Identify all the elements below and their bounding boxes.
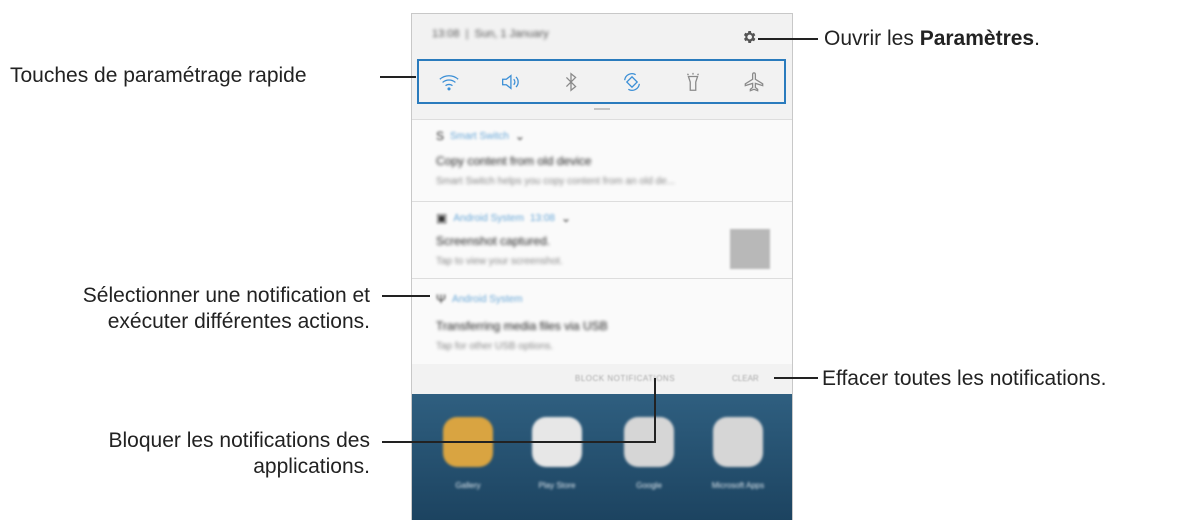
- notification-text: Tap for other USB options.: [436, 341, 554, 352]
- app-gallery[interactable]: Gallery: [440, 417, 496, 490]
- chevron-down-icon[interactable]: ⌄: [561, 211, 571, 225]
- app-microsoft[interactable]: Microsoft Apps: [710, 417, 766, 490]
- app-label: Microsoft Apps: [711, 481, 765, 490]
- app-label: Gallery: [455, 481, 481, 490]
- callout-settings-prefix: Ouvrir les: [824, 27, 920, 50]
- callout-block-line2: applications.: [253, 455, 370, 478]
- status-separator: |: [462, 28, 472, 40]
- callout-select-notification: Sélectionner une notification et exécute…: [12, 283, 370, 335]
- leader-line-select: [382, 295, 430, 297]
- notification-app: Smart Switch: [450, 130, 509, 142]
- notification-header: ▣ Android System 13:08 ⌄: [436, 211, 571, 225]
- notification-header: Ψ Android System: [436, 292, 523, 306]
- leader-line-block-vertical: [654, 378, 656, 443]
- notification-app: Android System: [452, 293, 523, 305]
- image-icon: ▣: [436, 211, 448, 225]
- callout-quick-settings: Touches de paramétrage rapide: [10, 64, 307, 87]
- callout-clear: Effacer toutes les notifications.: [822, 367, 1107, 390]
- callout-settings-bold: Paramètres: [919, 27, 1035, 50]
- chevron-down-icon[interactable]: ⌄: [515, 129, 525, 143]
- app-label: Google: [636, 481, 662, 490]
- notification-title: Copy content from old device: [436, 154, 592, 168]
- notification-title: Screenshot captured.: [436, 234, 551, 248]
- leader-line-block: [382, 441, 656, 443]
- notification-panel-screenshot: 13:08 | Sun, 1 January S Smart Switch ⌄ …: [411, 13, 793, 520]
- callout-block-line1: Bloquer les notifications des: [108, 429, 371, 452]
- app-google[interactable]: Google: [621, 417, 677, 490]
- smart-switch-icon: S: [436, 129, 445, 143]
- status-time: 13:08: [432, 28, 460, 40]
- notification-text: Smart Switch helps you copy content from…: [436, 176, 676, 187]
- status-bar: 13:08 | Sun, 1 January: [412, 14, 792, 58]
- app-play-store[interactable]: Play Store: [529, 417, 585, 490]
- clear-button[interactable]: CLEAR: [732, 374, 759, 383]
- notification-card[interactable]: Ψ Android System Transferring media file…: [412, 278, 792, 365]
- notification-app: Android System: [453, 212, 524, 224]
- status-date: Sun, 1 January: [474, 28, 549, 40]
- airplane-mode-icon[interactable]: [743, 71, 765, 93]
- callout-select-line2: exécuter différentes actions.: [107, 310, 370, 333]
- notification-text: Tap to view your screenshot.: [436, 256, 563, 267]
- leader-line-clear: [774, 377, 818, 379]
- notification-card[interactable]: ▣ Android System 13:08 ⌄ Screenshot capt…: [412, 201, 792, 279]
- notification-card[interactable]: S Smart Switch ⌄ Copy content from old d…: [412, 119, 792, 202]
- notification-time: 13:08: [529, 212, 555, 224]
- leader-line-quick: [380, 76, 416, 78]
- flashlight-icon[interactable]: [682, 71, 704, 93]
- notification-title: Transferring media files via USB: [436, 319, 608, 333]
- wifi-icon[interactable]: [438, 71, 460, 93]
- sound-icon[interactable]: [499, 71, 521, 93]
- callout-settings-suffix: .: [1034, 27, 1040, 50]
- drag-handle[interactable]: [594, 108, 610, 110]
- callout-select-line1: Sélectionner une notification et: [82, 284, 370, 307]
- home-screen: Gallery Play Store Google Microsoft Apps: [412, 394, 792, 520]
- screenshot-thumbnail: [730, 229, 770, 269]
- notification-actions: BLOCK NOTIFICATIONS CLEAR: [412, 364, 792, 394]
- app-label: Play Store: [538, 481, 576, 490]
- notification-header: S Smart Switch ⌄: [436, 129, 525, 143]
- callout-settings: Ouvrir les Paramètres.: [824, 26, 1040, 52]
- leader-line-settings: [758, 38, 818, 40]
- block-notifications-button[interactable]: BLOCK NOTIFICATIONS: [575, 374, 675, 383]
- quick-settings-bar: [417, 59, 786, 104]
- microsoft-folder-icon: [713, 417, 763, 467]
- time-date: 13:08 | Sun, 1 January: [432, 28, 549, 40]
- bluetooth-icon[interactable]: [560, 71, 582, 93]
- auto-rotate-icon[interactable]: [621, 71, 643, 93]
- gear-icon[interactable]: [741, 29, 757, 45]
- usb-icon: Ψ: [436, 292, 447, 306]
- callout-block: Bloquer les notifications des applicatio…: [30, 428, 371, 480]
